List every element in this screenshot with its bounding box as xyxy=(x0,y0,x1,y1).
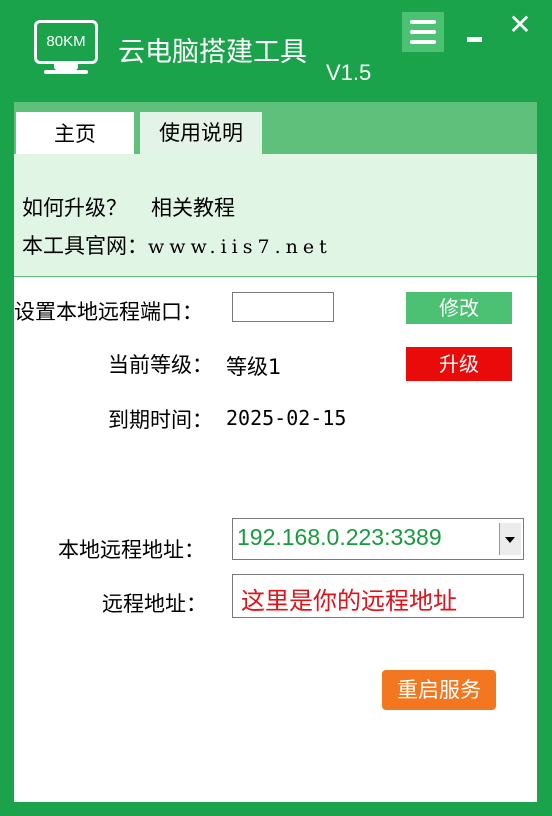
expiry-value: 2025-02-15 xyxy=(226,406,347,430)
how-to-upgrade-link[interactable]: 如何升级？ xyxy=(22,196,127,220)
port-input[interactable] xyxy=(232,292,334,322)
local-address-select[interactable]: 192.168.0.223:3389 xyxy=(232,518,524,560)
close-icon[interactable]: ✕ xyxy=(506,10,534,40)
expiry-label: 到期时间： xyxy=(108,408,213,432)
port-label: 设置本地远程端口： xyxy=(14,300,203,324)
restart-service-button[interactable]: 重启服务 xyxy=(382,670,496,710)
logo-text: 80KM xyxy=(46,33,86,50)
info-banner: 如何升级？ 相关教程 本工具官网：www.iis7.net xyxy=(14,154,537,277)
remote-address-label: 远程地址： xyxy=(102,592,207,616)
modify-button[interactable]: 修改 xyxy=(406,292,512,324)
remote-address-field[interactable]: 这里是你的远程地址 xyxy=(232,574,524,618)
upgrade-button[interactable]: 升级 xyxy=(406,347,512,381)
chevron-down-icon[interactable] xyxy=(499,523,521,555)
local-address-label: 本地远程地址： xyxy=(58,538,205,562)
tab-instructions[interactable]: 使用说明 xyxy=(140,112,262,154)
app-version: V1.5 xyxy=(326,60,372,85)
info-line-upgrade: 如何升级？ 相关教程 xyxy=(22,192,235,222)
minimize-icon[interactable] xyxy=(464,34,486,44)
level-value: 等级1 xyxy=(226,355,282,379)
level-label: 当前等级： xyxy=(108,353,213,377)
website-label: 本工具官网： xyxy=(22,234,148,258)
main-panel: 主页 使用说明 如何升级？ 相关教程 本工具官网：www.iis7.net 设置… xyxy=(14,102,537,802)
monitor-base-icon xyxy=(44,70,88,74)
info-line-website: 本工具官网：www.iis7.net xyxy=(22,230,332,260)
hamburger-menu-icon[interactable] xyxy=(402,12,444,52)
remote-address-value: 这里是你的远程地址 xyxy=(241,587,457,615)
website-link[interactable]: www.iis7.net xyxy=(148,236,332,258)
app-title: 云电脑搭建工具 xyxy=(118,37,307,68)
tutorial-link[interactable]: 相关教程 xyxy=(151,196,235,220)
app-logo-monitor-icon: 80KM xyxy=(34,20,98,64)
tab-home[interactable]: 主页 xyxy=(16,112,134,156)
local-address-value: 192.168.0.223:3389 xyxy=(237,524,442,550)
tab-strip: 主页 使用说明 xyxy=(14,102,537,156)
